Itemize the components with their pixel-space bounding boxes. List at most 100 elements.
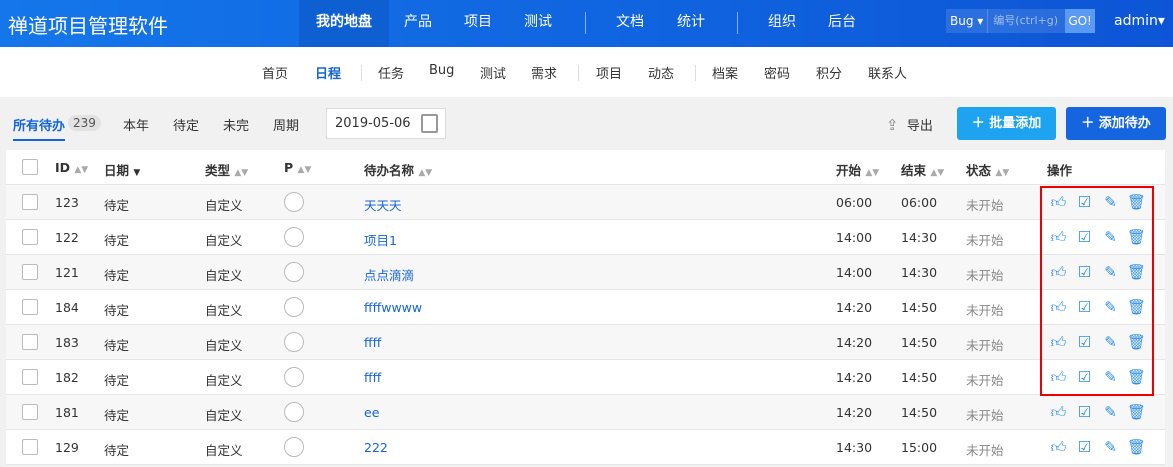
- edit-icon[interactable]: ✎: [1101, 438, 1120, 456]
- row-checkbox[interactable]: [22, 334, 38, 350]
- cell-status: 未开始: [966, 408, 1004, 423]
- trash-icon[interactable]: 🗑︎: [1127, 298, 1146, 316]
- subnav-bug[interactable]: Bug: [429, 63, 454, 78]
- nav-product[interactable]: 产品: [404, 0, 432, 47]
- nav-doc[interactable]: 文档: [616, 0, 644, 47]
- col-type[interactable]: 类型 ▲▼: [205, 160, 248, 179]
- todo-name-link[interactable]: ffffwwww: [364, 300, 422, 315]
- filter-all[interactable]: 所有待办: [13, 115, 66, 141]
- edit-icon[interactable]: ✎: [1101, 193, 1120, 211]
- edit-icon[interactable]: ✎: [1101, 403, 1120, 421]
- col-status[interactable]: 状态 ▲▼: [966, 160, 1009, 179]
- subnav-project[interactable]: 项目: [596, 63, 622, 82]
- select-all-checkbox[interactable]: [22, 159, 38, 175]
- row-actions: 👍︎ ☑ ✎ 🗑︎: [1049, 298, 1146, 316]
- nav-my[interactable]: 我的地盘: [299, 0, 389, 47]
- checkbox-done-icon[interactable]: ☑: [1075, 263, 1094, 281]
- edit-icon[interactable]: ✎: [1101, 228, 1120, 246]
- todo-name-link[interactable]: 222: [364, 440, 388, 455]
- checkbox-done-icon[interactable]: ☑: [1075, 298, 1094, 316]
- col-pri[interactable]: P ▲▼: [284, 160, 311, 175]
- checkbox-done-icon[interactable]: ☑: [1075, 333, 1094, 351]
- todo-name-link[interactable]: 天天天: [364, 195, 402, 214]
- toolbar: 所有待办 239 本年 待定 未完 周期 2019-05-06 ⇪ 导出 ＋ 批…: [0, 97, 1173, 149]
- cell-begin: 06:00: [836, 195, 873, 210]
- nav-report[interactable]: 统计: [677, 0, 705, 47]
- trash-icon[interactable]: 🗑︎: [1127, 368, 1146, 386]
- col-end[interactable]: 结束 ▲▼: [901, 160, 944, 179]
- edit-icon[interactable]: ✎: [1101, 263, 1120, 281]
- subnav-home[interactable]: 首页: [262, 63, 288, 82]
- cell-end: 14:30: [901, 265, 938, 280]
- cell-begin: 14:20: [836, 335, 873, 350]
- edit-icon[interactable]: ✎: [1101, 368, 1120, 386]
- row-checkbox[interactable]: [22, 299, 38, 315]
- nav-admin[interactable]: 后台: [828, 0, 856, 47]
- edit-icon[interactable]: ✎: [1101, 333, 1120, 351]
- subnav-test[interactable]: 测试: [480, 63, 506, 82]
- batch-add-button[interactable]: ＋ 批量添加: [957, 107, 1056, 140]
- filter-future[interactable]: 待定: [173, 115, 199, 134]
- filter-cycle[interactable]: 周期: [273, 115, 299, 134]
- checkbox-done-icon[interactable]: ☑: [1075, 228, 1094, 246]
- col-begin[interactable]: 开始 ▲▼: [836, 160, 879, 179]
- search-input[interactable]: 编号(ctrl+g): [988, 9, 1065, 33]
- subnav-contacts[interactable]: 联系人: [868, 63, 907, 82]
- row-checkbox[interactable]: [22, 194, 38, 210]
- thumbs-up-icon[interactable]: 👍︎: [1049, 333, 1068, 351]
- thumbs-up-icon[interactable]: 👍︎: [1049, 298, 1068, 316]
- thumbs-up-icon[interactable]: 👍︎: [1049, 438, 1068, 456]
- subnav-password[interactable]: 密码: [764, 63, 790, 82]
- row-actions: 👍︎ ☑ ✎ 🗑︎: [1049, 193, 1146, 211]
- search-type-select[interactable]: Bug ▾: [946, 9, 989, 33]
- todo-name-link[interactable]: ffff: [364, 370, 381, 385]
- subnav-story[interactable]: 需求: [531, 63, 557, 82]
- checkbox-done-icon[interactable]: ☑: [1075, 193, 1094, 211]
- date-input[interactable]: 2019-05-06: [326, 108, 446, 139]
- checkbox-done-icon[interactable]: ☑: [1075, 438, 1094, 456]
- add-todo-button[interactable]: ＋ 添加待办: [1066, 107, 1166, 140]
- subnav-score[interactable]: 积分: [816, 63, 842, 82]
- trash-icon[interactable]: 🗑︎: [1127, 403, 1146, 421]
- export-button[interactable]: ⇪ 导出: [886, 115, 933, 134]
- subnav-dynamic[interactable]: 动态: [648, 63, 674, 82]
- go-button[interactable]: GO!: [1065, 9, 1095, 33]
- row-checkbox[interactable]: [22, 264, 38, 280]
- subnav-todo[interactable]: 日程: [315, 63, 341, 82]
- thumbs-up-icon[interactable]: 👍︎: [1049, 228, 1068, 246]
- checkbox-done-icon[interactable]: ☑: [1075, 403, 1094, 421]
- col-id[interactable]: ID ▲▼: [55, 160, 88, 175]
- col-date[interactable]: 日期 ▼: [104, 160, 140, 179]
- thumbs-up-icon[interactable]: 👍︎: [1049, 263, 1068, 281]
- todo-name-link[interactable]: 项目1: [364, 230, 397, 249]
- row-checkbox[interactable]: [22, 369, 38, 385]
- row-checkbox[interactable]: [22, 229, 38, 245]
- checkbox-done-icon[interactable]: ☑: [1075, 368, 1094, 386]
- todo-name-link[interactable]: 点点滴滴: [364, 265, 414, 284]
- calendar-icon[interactable]: [421, 114, 438, 133]
- subnav-task[interactable]: 任务: [378, 63, 404, 82]
- trash-icon[interactable]: 🗑︎: [1127, 438, 1146, 456]
- subnav-profile[interactable]: 档案: [712, 63, 738, 82]
- col-name[interactable]: 待办名称 ▲▼: [364, 160, 432, 179]
- todo-name-link[interactable]: ffff: [364, 335, 381, 350]
- filter-undone[interactable]: 未完: [223, 115, 249, 134]
- todo-name-link[interactable]: ee: [364, 405, 379, 420]
- trash-icon[interactable]: 🗑︎: [1127, 263, 1146, 281]
- thumbs-up-icon[interactable]: 👍︎: [1049, 403, 1068, 421]
- nav-test[interactable]: 测试: [524, 0, 552, 47]
- nav-project[interactable]: 项目: [464, 0, 492, 47]
- filter-year[interactable]: 本年: [123, 115, 149, 134]
- priority-circle: [284, 332, 304, 352]
- row-actions: 👍︎ ☑ ✎ 🗑︎: [1049, 438, 1146, 456]
- nav-company[interactable]: 组织: [768, 0, 796, 47]
- row-checkbox[interactable]: [22, 404, 38, 420]
- thumbs-up-icon[interactable]: 👍︎: [1049, 193, 1068, 211]
- user-menu[interactable]: admin▾: [1114, 13, 1165, 29]
- trash-icon[interactable]: 🗑︎: [1127, 193, 1146, 211]
- edit-icon[interactable]: ✎: [1101, 298, 1120, 316]
- row-checkbox[interactable]: [22, 439, 38, 455]
- thumbs-up-icon[interactable]: 👍︎: [1049, 368, 1068, 386]
- trash-icon[interactable]: 🗑︎: [1127, 333, 1146, 351]
- trash-icon[interactable]: 🗑︎: [1127, 228, 1146, 246]
